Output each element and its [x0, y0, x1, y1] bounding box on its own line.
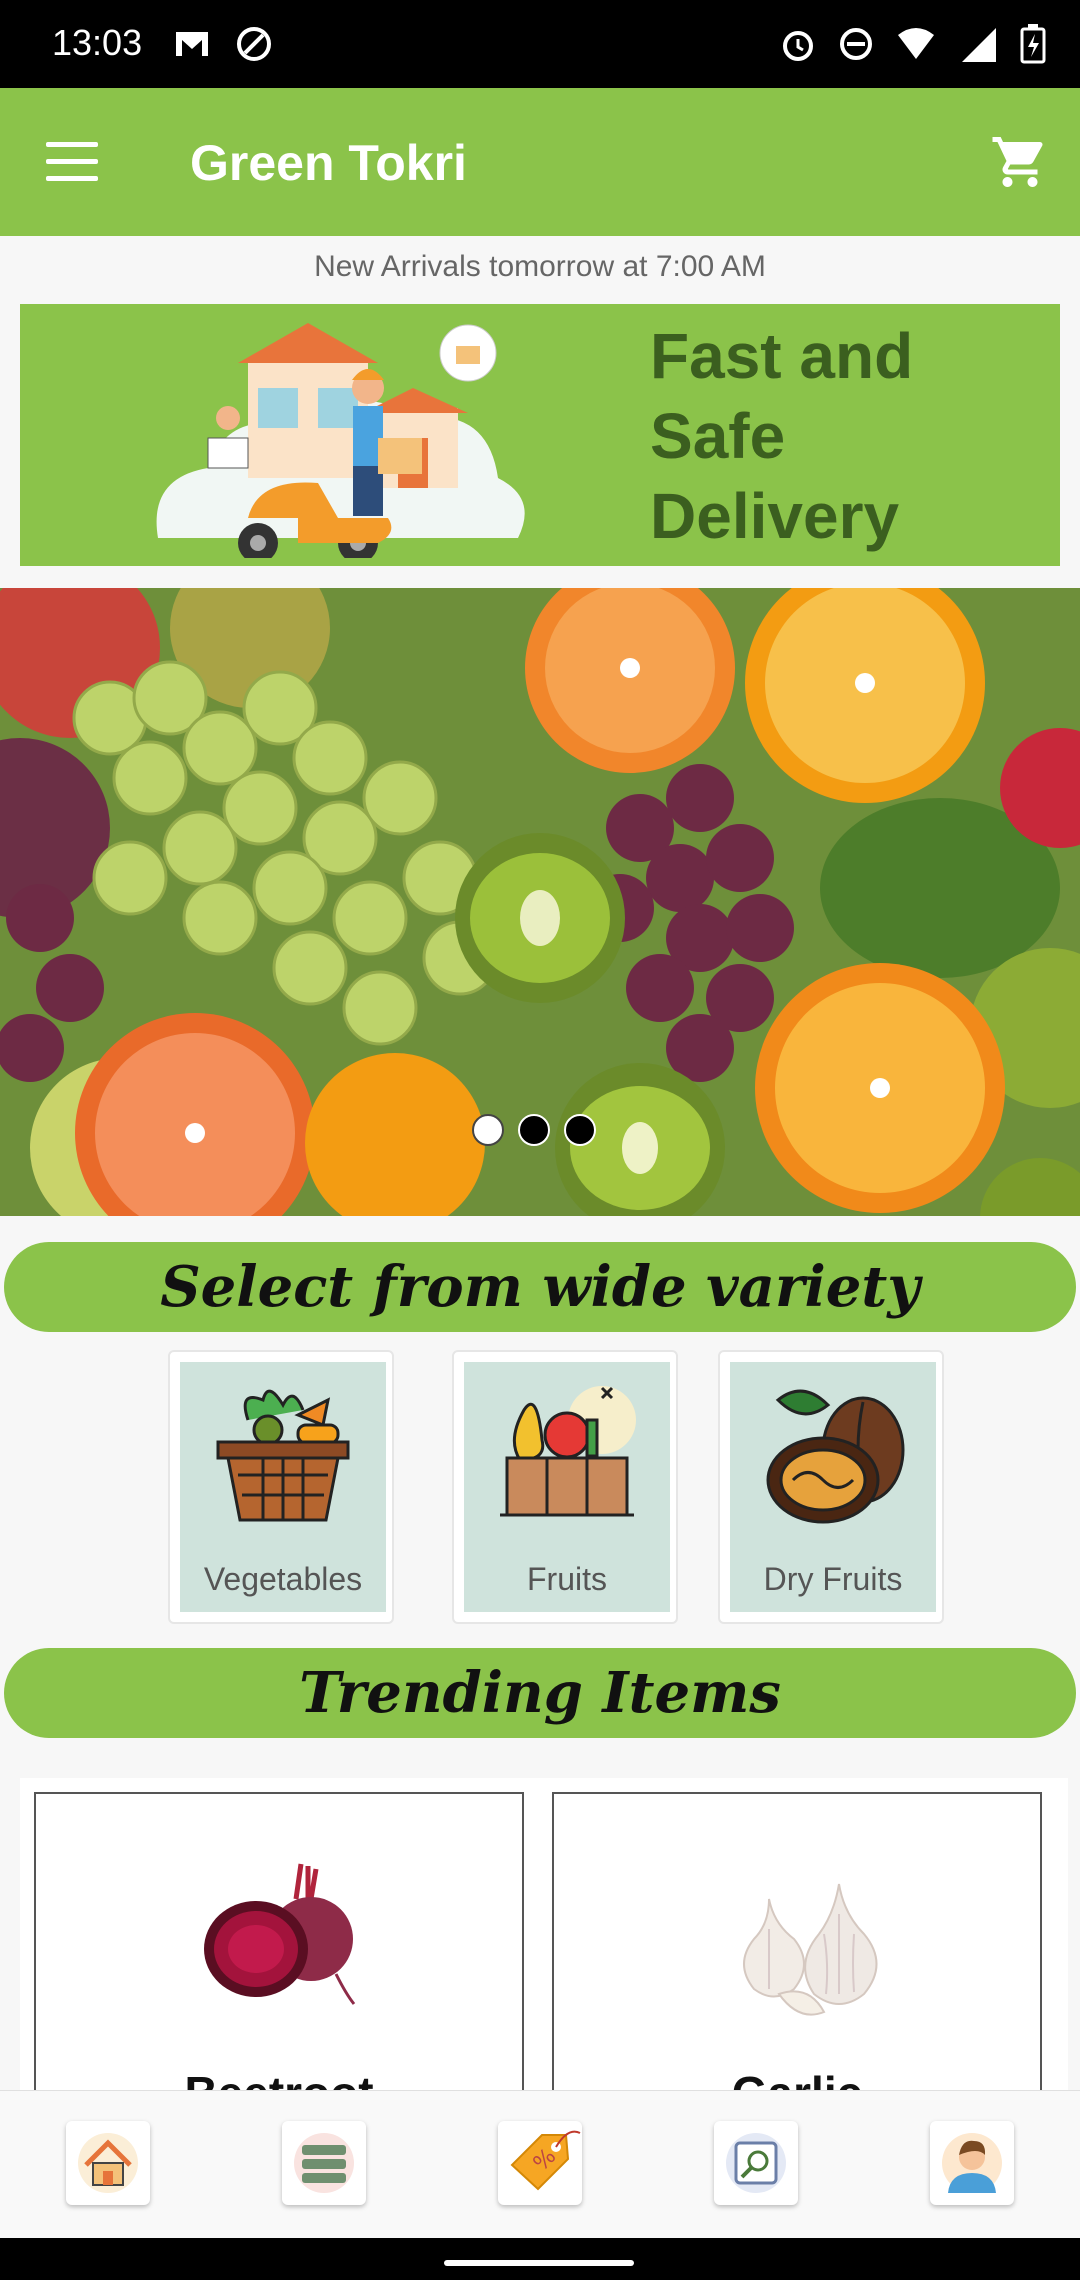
banner-line-2: Safe: [650, 400, 786, 472]
new-arrivals-notice: New Arrivals tomorrow at 7:00 AM: [314, 250, 766, 283]
carousel-dot-2[interactable]: [518, 1114, 550, 1146]
category-vegetables[interactable]: Vegetables: [168, 1350, 394, 1624]
menu-icon[interactable]: [46, 142, 98, 182]
nav-list[interactable]: [282, 2121, 366, 2205]
category-label: Dry Fruits: [763, 1561, 903, 1597]
delivery-banner[interactable]: Fast and Safe Delivery: [20, 304, 1060, 566]
search-icon: [726, 2133, 786, 2193]
discount-icon: %: [510, 2130, 581, 2191]
cart-icon[interactable]: [990, 132, 1050, 192]
trending-item-garlic[interactable]: Garlic: [538, 1778, 1068, 2119]
list-icon: [294, 2133, 354, 2193]
beetroot-image: [204, 1863, 356, 2005]
app-bar: Green Tokri: [0, 88, 1080, 236]
garlic-image: [743, 1883, 878, 2016]
banner-line-1: Fast and: [650, 320, 914, 392]
battery-charging-icon: [1020, 24, 1046, 64]
nav-search[interactable]: [714, 2121, 798, 2205]
signal-icon: [962, 28, 996, 62]
vegetable-basket-icon: [216, 1389, 350, 1522]
carousel-dot-3[interactable]: [564, 1114, 596, 1146]
wifi-icon: [898, 28, 934, 59]
variety-header: Select from wide variety: [4, 1242, 1076, 1332]
carousel-indicator: [472, 1114, 596, 1146]
banner-text: Fast and Safe Delivery: [650, 316, 913, 556]
nav-profile[interactable]: [930, 2121, 1014, 2205]
category-label: Vegetables: [203, 1561, 363, 1597]
system-navigation-bar: [0, 2238, 1080, 2280]
status-time: 13:03: [52, 22, 143, 63]
gmail-icon: [176, 32, 208, 56]
alarm-icon: [783, 31, 813, 61]
category-fruits[interactable]: Fruits: [452, 1350, 678, 1624]
status-bar: 13:03: [0, 0, 1080, 88]
profile-icon: [942, 2133, 1002, 2193]
do-not-disturb-icon: [840, 28, 872, 60]
carousel-dot-1[interactable]: [472, 1114, 504, 1146]
delivery-illustration: [156, 323, 525, 558]
category-label: Fruits: [527, 1561, 607, 1597]
bottom-navigation: %: [0, 2090, 1080, 2239]
nav-offers[interactable]: %: [498, 2121, 582, 2205]
walnut-icon: [766, 1389, 905, 1524]
trending-header: Trending Items: [4, 1648, 1076, 1738]
app-title: Green Tokri: [190, 135, 467, 191]
home-gesture-handle[interactable]: [444, 2260, 634, 2266]
fruit-crate-icon: [500, 1386, 636, 1517]
nav-home[interactable]: [66, 2121, 150, 2205]
banner-line-3: Delivery: [650, 480, 900, 552]
home-icon: [78, 2133, 138, 2193]
at-sign-icon: [237, 27, 271, 61]
category-dry-fruits[interactable]: Dry Fruits: [718, 1350, 944, 1624]
trending-item-beetroot[interactable]: Beetroot: [20, 1778, 550, 2119]
